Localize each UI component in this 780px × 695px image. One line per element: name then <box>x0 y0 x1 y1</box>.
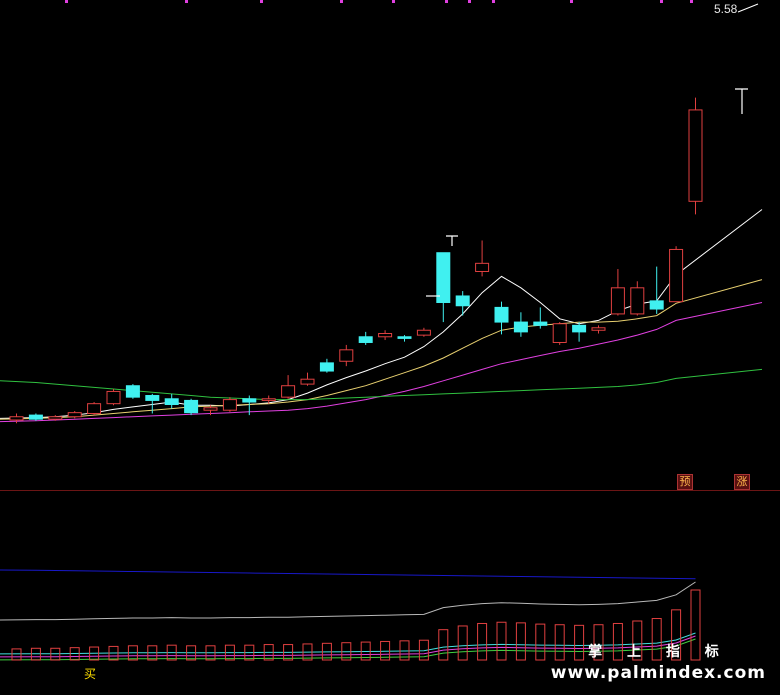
candle-body <box>436 252 451 303</box>
candle-body <box>397 336 412 339</box>
candle-body <box>300 378 315 385</box>
candle-body <box>494 306 509 323</box>
candle-body <box>339 349 354 362</box>
candle-body <box>475 262 490 272</box>
candle-body <box>87 403 102 414</box>
marker-lines <box>426 3 759 297</box>
candle-body <box>572 324 587 333</box>
signal-yu-badge[interactable]: 预 <box>677 474 693 490</box>
candle-body <box>455 295 470 307</box>
candle-body <box>67 412 82 418</box>
indicator-bar <box>496 621 507 661</box>
candle-body <box>533 321 548 326</box>
buy-signal-label: 买 <box>84 667 97 681</box>
indicator-bar <box>11 648 22 661</box>
candle-body <box>416 329 431 336</box>
indicator-bar <box>477 622 488 661</box>
candle-body <box>358 336 373 343</box>
indicator-bar <box>535 623 546 661</box>
price-high-label: 5.58 <box>714 2 738 16</box>
signal-zhang-badge[interactable]: 涨 <box>734 474 750 490</box>
watermark: 掌 上 指 标 www.palmindex.com <box>551 641 766 683</box>
candle-body <box>688 109 703 202</box>
indicator-blue-line <box>0 569 696 580</box>
candle-body <box>513 321 528 333</box>
candle-body <box>281 385 296 398</box>
candle-body <box>184 399 199 414</box>
indicator-bar <box>457 625 468 661</box>
candle-body <box>106 390 121 405</box>
candle-body <box>319 362 334 372</box>
candle-body <box>378 333 393 338</box>
candle-body <box>28 414 43 420</box>
ma-lines <box>0 209 763 423</box>
top-tick-marks <box>65 0 693 3</box>
chart-canvas[interactable] <box>0 0 780 695</box>
candle-body <box>9 416 24 421</box>
ma-line-ma5 <box>0 209 763 419</box>
candle-body <box>222 399 237 411</box>
candle-body <box>591 327 606 331</box>
candle-body <box>48 416 63 420</box>
watermark-chinese: 掌 上 指 标 <box>588 644 729 660</box>
candle-body <box>649 300 664 310</box>
candle-body <box>552 323 567 343</box>
candle-body <box>610 287 625 315</box>
candle-body <box>261 398 276 401</box>
watermark-url: www.palmindex.com <box>550 663 766 683</box>
candle-body <box>630 287 645 315</box>
candle-body <box>242 398 257 403</box>
candle-body <box>164 398 179 405</box>
candle-body <box>203 407 218 411</box>
indicator-gray-line <box>0 581 696 621</box>
candle-body <box>669 248 684 303</box>
indicator-bar <box>515 622 526 661</box>
candle-body <box>145 395 160 401</box>
candle-body <box>125 385 140 398</box>
indicator-bar <box>438 629 449 661</box>
